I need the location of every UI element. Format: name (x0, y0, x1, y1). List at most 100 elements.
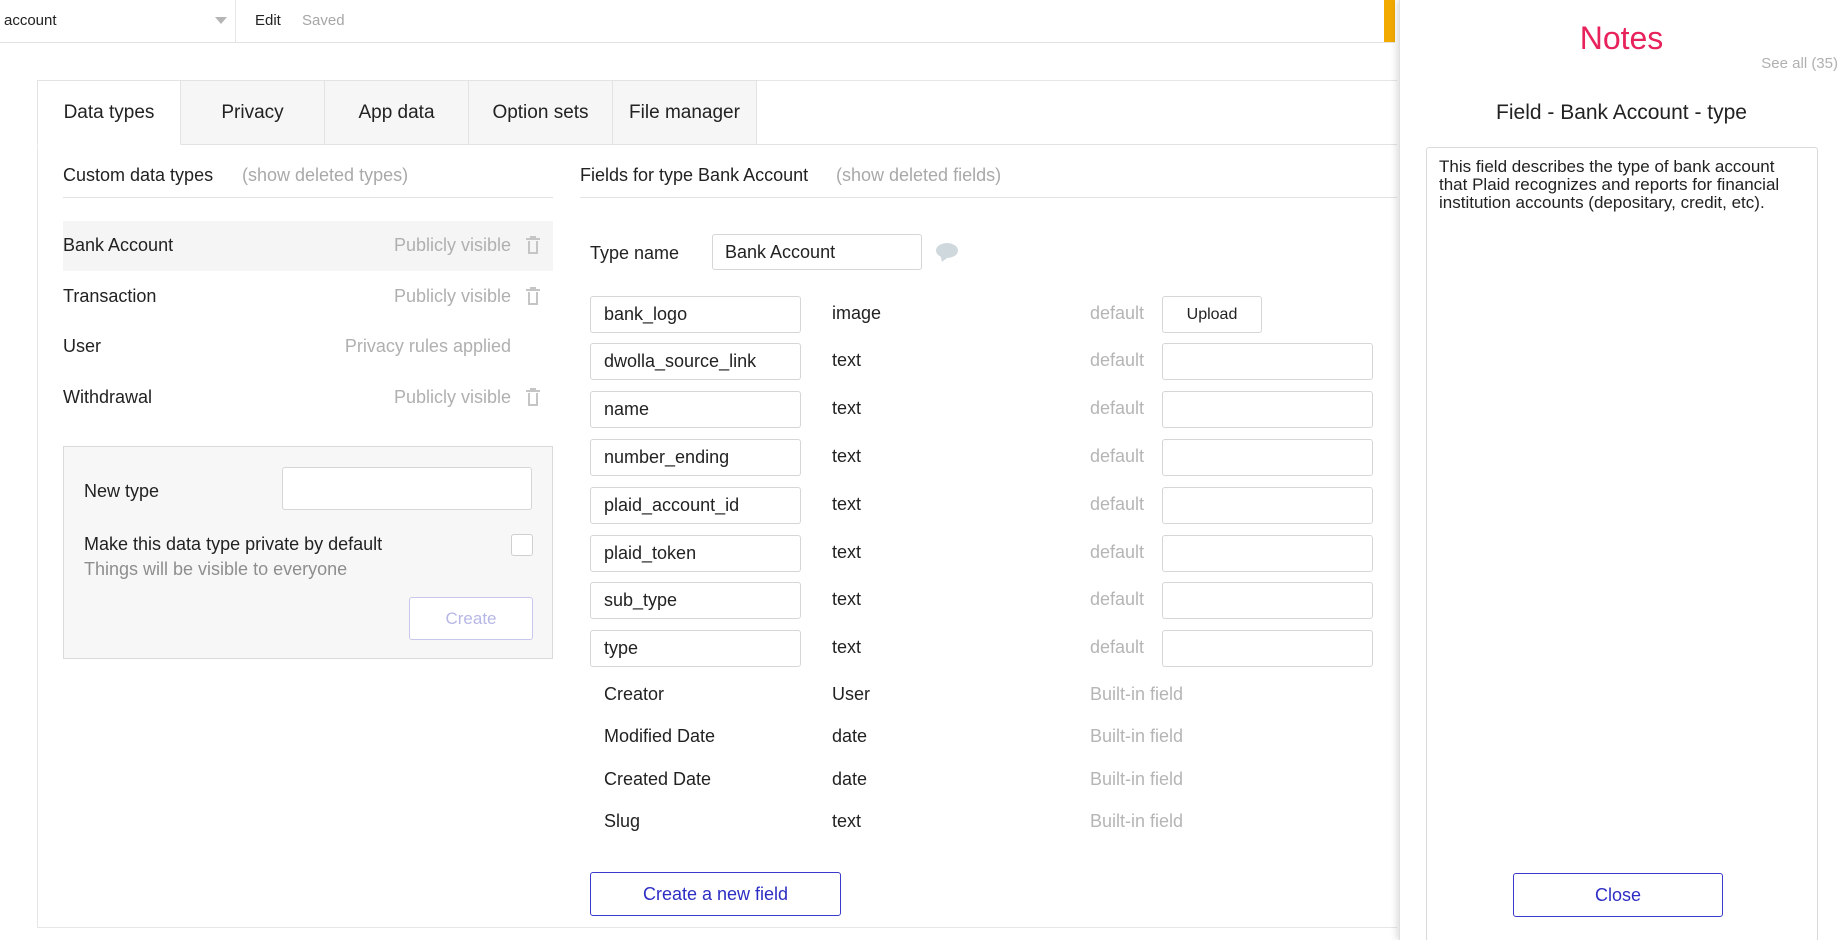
builtin-field-name: Slug (604, 811, 641, 831)
new-type-input[interactable] (282, 467, 532, 510)
custom-types-title: Custom data types (63, 165, 214, 185)
visibility-label: Publicly visible (393, 235, 511, 255)
see-all-notes-link[interactable]: See all (35) (1761, 55, 1838, 72)
field-name-input[interactable]: type (590, 630, 801, 667)
data-type-name: Bank Account (63, 235, 174, 255)
private-default-label: Make this data type private by default (84, 534, 383, 554)
builtin-field-name: Modified Date (604, 726, 716, 746)
visibility-label: Publicly visible (393, 286, 511, 306)
tab-app-data[interactable]: App data (325, 80, 469, 145)
default-value-input[interactable] (1162, 630, 1373, 667)
builtin-field-note: Built-in field (1090, 726, 1184, 746)
default-label: default (1090, 350, 1145, 370)
field-type-label[interactable]: text (832, 542, 861, 563)
new-type-label: New type (84, 481, 160, 501)
trash-icon[interactable] (526, 236, 540, 255)
default-label: default (1090, 398, 1145, 418)
field-type-label[interactable]: text (832, 350, 861, 371)
comment-icon[interactable] (936, 243, 958, 258)
show-deleted-fields-link[interactable]: (show deleted fields) (836, 165, 1001, 186)
divider (580, 197, 1397, 198)
field-type-label[interactable]: text (832, 446, 861, 467)
field-type-label[interactable]: text (832, 589, 861, 610)
notes-title: Notes (1579, 20, 1664, 56)
default-label: default (1090, 303, 1145, 323)
data-type-name: Transaction (63, 286, 157, 306)
builtin-field-row: Modified Date date Built-in field (590, 726, 1370, 754)
default-value-input[interactable] (1162, 582, 1373, 619)
builtin-field-type: date (832, 769, 868, 789)
trash-icon[interactable] (526, 287, 540, 306)
data-type-row[interactable]: Transaction Publicly visible (63, 272, 553, 322)
field-name-input[interactable]: plaid_token (590, 535, 801, 572)
default-label: default (1090, 542, 1145, 562)
builtin-field-row: Slug text Built-in field (590, 811, 1370, 839)
top-bar: account Edit Saved (0, 0, 1395, 43)
default-value-input[interactable] (1162, 487, 1373, 524)
field-row: bank_logo image default Upload (590, 296, 1370, 334)
data-type-name: User (63, 336, 102, 356)
data-type-row[interactable]: Withdrawal Publicly visible (63, 373, 553, 423)
create-type-button[interactable]: Create (409, 597, 533, 640)
accent-strip (1384, 0, 1395, 42)
field-name-input[interactable]: dwolla_source_link (590, 343, 801, 380)
default-label: default (1090, 494, 1145, 514)
type-name-label: Type name (590, 243, 680, 263)
builtin-field-name: Creator (604, 684, 665, 704)
default-value-input[interactable] (1162, 439, 1373, 476)
field-name-input[interactable]: number_ending (590, 439, 801, 476)
page-selector[interactable]: account (4, 0, 236, 42)
field-row: name text default (590, 391, 1373, 429)
builtin-field-type: User (832, 684, 871, 704)
field-row: plaid_token text default (590, 535, 1373, 573)
chevron-down-icon (215, 17, 227, 24)
builtin-field-row: Creator User Built-in field (590, 684, 1370, 712)
field-row: number_ending text default (590, 439, 1373, 477)
upload-button[interactable]: Upload (1162, 296, 1262, 333)
show-deleted-types-link[interactable]: (show deleted types) (242, 165, 408, 186)
field-type-label[interactable]: text (832, 637, 861, 658)
tab-bar: Data types Privacy App data Option sets … (37, 80, 757, 145)
divider (63, 197, 553, 198)
tab-data-types[interactable]: Data types (37, 80, 181, 145)
edit-mode-label[interactable]: Edit (255, 12, 281, 29)
page-selector-label: account (4, 12, 57, 29)
default-label: default (1090, 446, 1145, 466)
field-type-label[interactable]: image (832, 303, 881, 324)
data-type-row[interactable]: User Privacy rules applied (63, 322, 553, 372)
visibility-hint: Things will be visible to everyone (84, 559, 348, 579)
tab-privacy[interactable]: Privacy (181, 80, 325, 145)
fields-title: Fields for type Bank Account (580, 165, 809, 185)
notes-panel: Notes See all (35) Field - Bank Account … (1399, 0, 1842, 940)
tab-file-manager[interactable]: File manager (613, 80, 757, 145)
field-type-label[interactable]: text (832, 494, 861, 515)
builtin-field-note: Built-in field (1090, 811, 1184, 831)
field-type-label[interactable]: text (832, 398, 861, 419)
close-notes-button[interactable]: Close (1513, 873, 1723, 917)
builtin-field-type: date (832, 726, 868, 746)
default-value-input[interactable] (1162, 391, 1373, 428)
save-status: Saved (302, 12, 345, 29)
type-name-input[interactable]: Bank Account (712, 234, 922, 270)
field-row: sub_type text default (590, 582, 1373, 620)
default-label: default (1090, 589, 1145, 609)
notes-textarea[interactable]: This field describes the type of bank ac… (1426, 147, 1818, 940)
data-type-row[interactable]: Bank Account Publicly visible (63, 221, 553, 271)
field-name-input[interactable]: sub_type (590, 582, 801, 619)
visibility-label: Privacy rules applied (344, 336, 511, 356)
builtin-field-type: text (832, 811, 862, 831)
builtin-field-name: Created Date (604, 769, 712, 789)
private-default-checkbox[interactable] (511, 534, 533, 556)
default-value-input[interactable] (1162, 343, 1373, 380)
builtin-field-row: Created Date date Built-in field (590, 769, 1370, 797)
builtin-field-note: Built-in field (1090, 769, 1184, 789)
field-name-input[interactable]: plaid_account_id (590, 487, 801, 524)
visibility-label: Publicly visible (393, 387, 511, 407)
field-name-input[interactable]: name (590, 391, 801, 428)
tab-option-sets[interactable]: Option sets (469, 80, 613, 145)
field-name-input[interactable]: bank_logo (590, 296, 801, 333)
trash-icon[interactable] (526, 388, 540, 407)
create-new-field-button[interactable]: Create a new field (590, 872, 841, 916)
field-row: dwolla_source_link text default (590, 343, 1373, 381)
default-value-input[interactable] (1162, 535, 1373, 572)
